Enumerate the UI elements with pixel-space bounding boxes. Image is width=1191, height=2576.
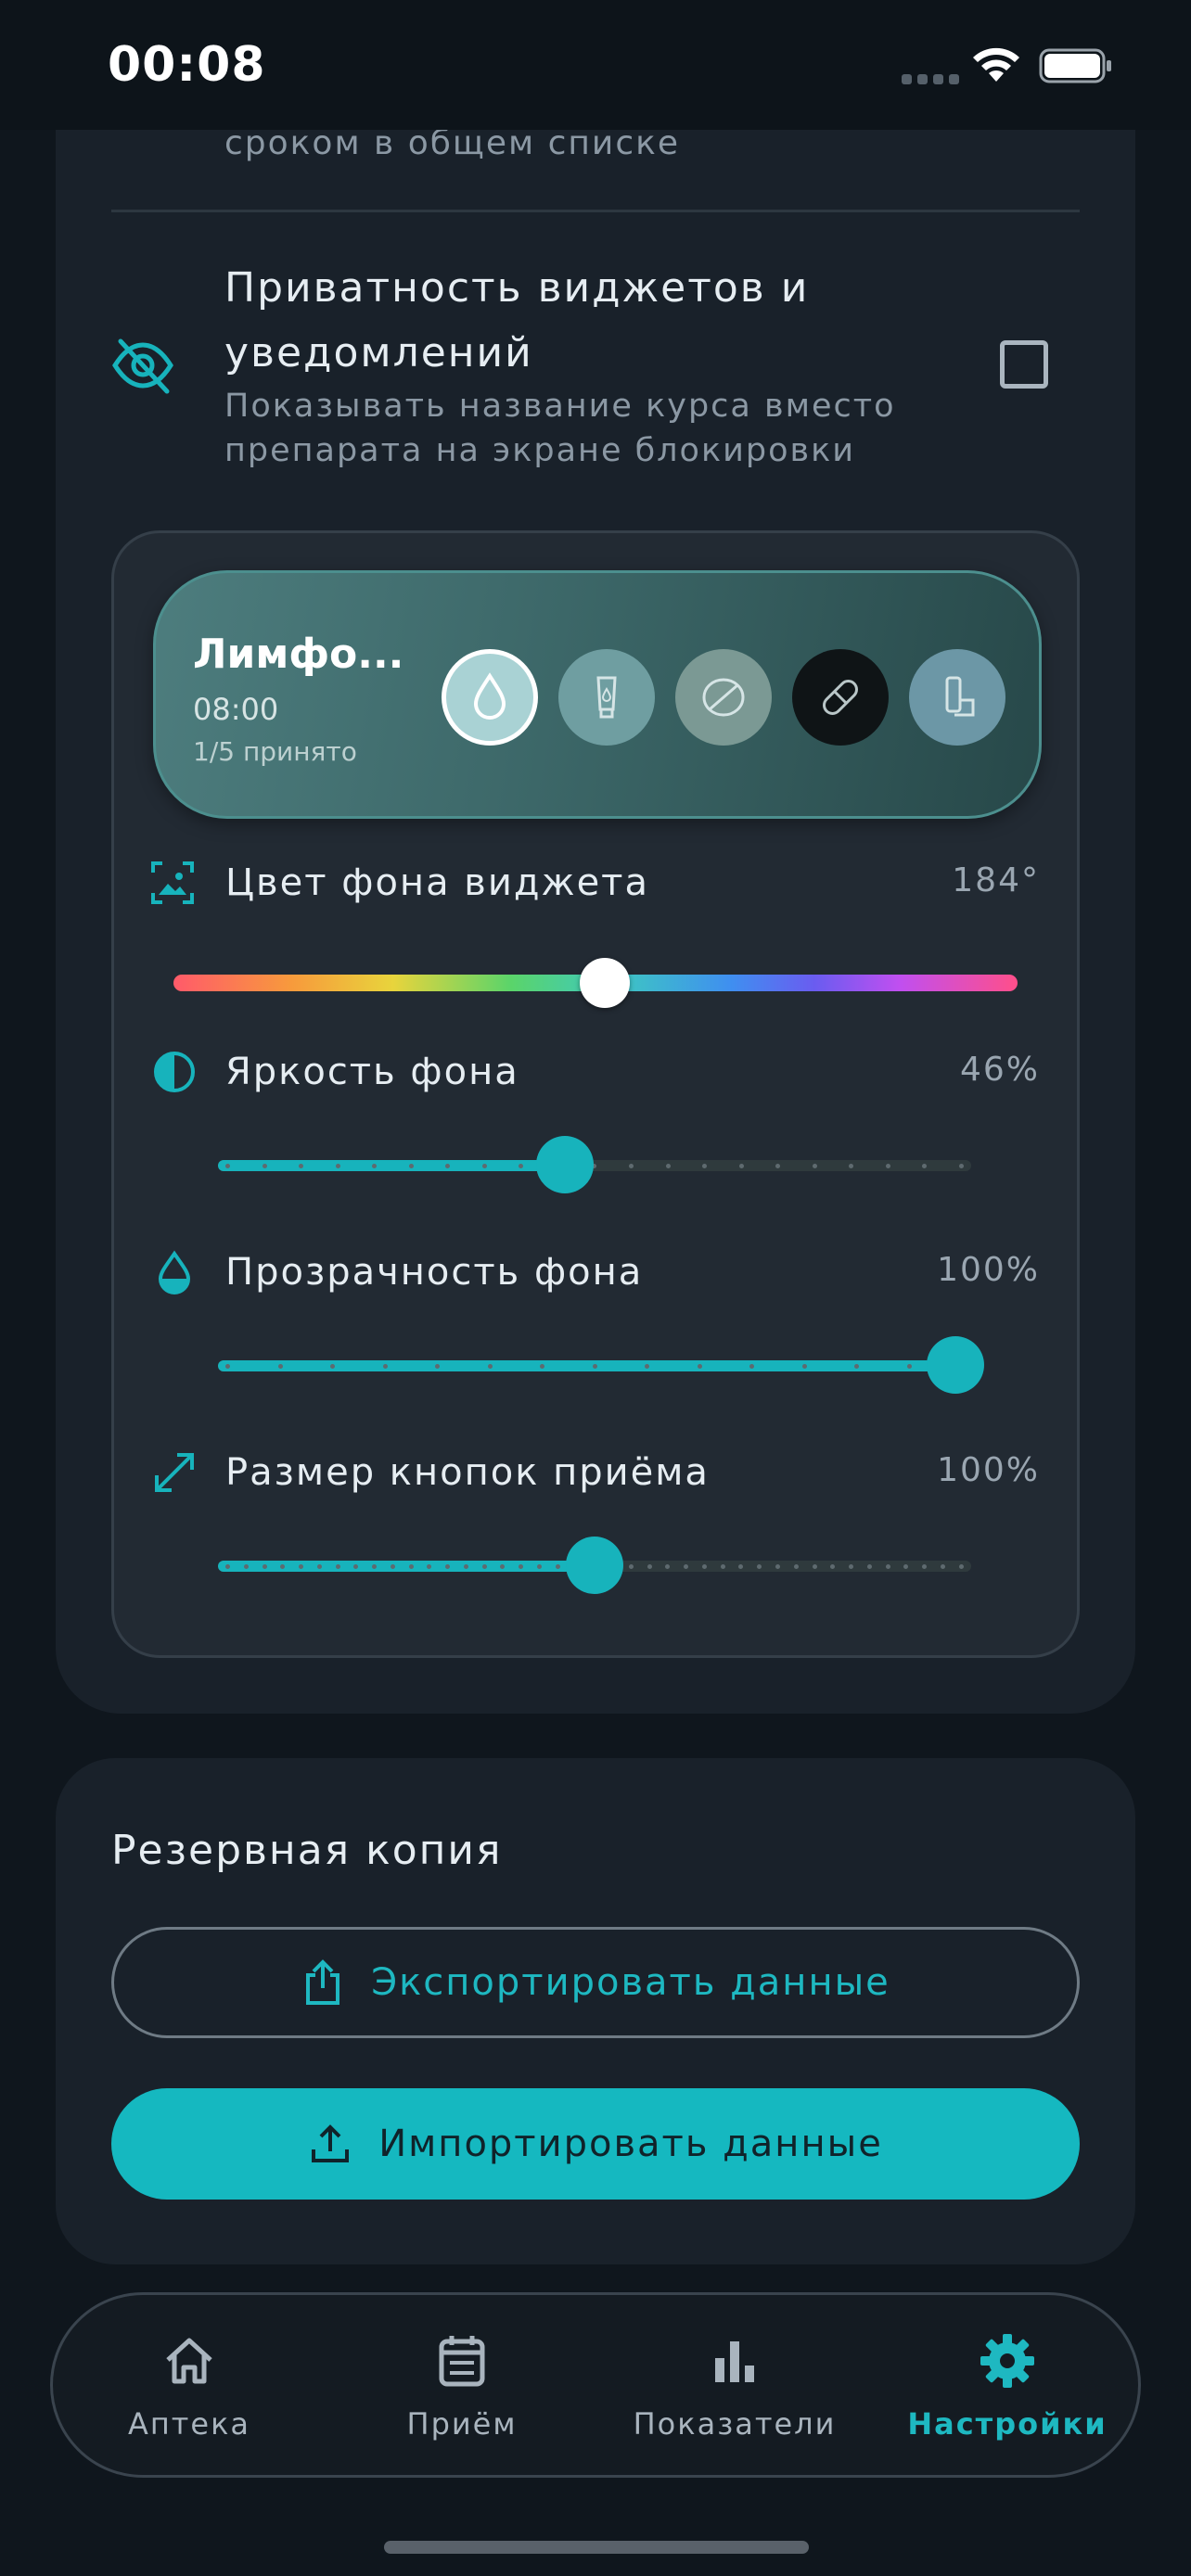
opacity-slider[interactable] bbox=[218, 1336, 984, 1394]
import-data-label: Импортировать данные bbox=[378, 2123, 883, 2165]
dose-button-drop[interactable] bbox=[442, 649, 538, 746]
button-size-value: 100% bbox=[937, 1451, 1040, 1489]
import-data-button[interactable]: Импортировать данные bbox=[111, 2088, 1080, 2200]
privacy-setting-title: Приватность виджетов и уведомлений bbox=[224, 264, 810, 376]
nav-label-settings: Настройки bbox=[907, 2406, 1108, 2442]
signal-icon bbox=[902, 74, 959, 84]
previous-setting-description: сроком в общем списке bbox=[224, 124, 680, 162]
dose-button-tube[interactable] bbox=[558, 649, 655, 746]
widget-dose-time: 08:00 bbox=[193, 692, 279, 727]
battery-icon bbox=[1039, 48, 1111, 83]
opacity-value: 100% bbox=[937, 1251, 1040, 1289]
nav-item-settings[interactable]: Настройки bbox=[871, 2332, 1144, 2453]
home-icon bbox=[166, 2338, 212, 2384]
export-data-label: Экспортировать данные bbox=[371, 1961, 890, 2004]
bottom-navigation: Аптека Приём Показатели Настройки bbox=[50, 2292, 1141, 2478]
dose-button-inhaler[interactable] bbox=[909, 649, 1005, 746]
drop-half-icon bbox=[158, 1250, 191, 1294]
nav-label-intake: Приём bbox=[406, 2406, 518, 2442]
brightness-slider[interactable] bbox=[218, 1136, 971, 1193]
nav-label-metrics: Показатели bbox=[633, 2406, 837, 2442]
contrast-icon bbox=[154, 1052, 195, 1092]
drop-icon bbox=[473, 672, 506, 720]
export-data-button[interactable]: Экспортировать данные bbox=[111, 1927, 1080, 2038]
bg-color-slider-thumb[interactable] bbox=[580, 958, 631, 1008]
nav-label-pharmacy: Аптека bbox=[127, 2406, 251, 2442]
backup-card: Резервная копия Экспортировать данные Им… bbox=[56, 1758, 1135, 2264]
brightness-label: Яркость фона bbox=[225, 1051, 519, 1093]
button-size-slider[interactable] bbox=[218, 1537, 971, 1594]
widget-course-name: Лимфо... bbox=[193, 631, 404, 678]
button-size-label: Размер кнопок приёма bbox=[225, 1451, 710, 1494]
bar-chart-icon bbox=[715, 2341, 754, 2382]
backup-title: Резервная копия bbox=[111, 1827, 503, 1874]
capsule-icon bbox=[823, 680, 858, 715]
wifi-icon bbox=[973, 47, 1019, 82]
home-indicator bbox=[384, 2541, 809, 2554]
widget-preview: Лимфо... 08:00 1/5 принято bbox=[153, 570, 1042, 819]
widget-appearance-panel: Лимфо... 08:00 1/5 принято Цвет фона вид… bbox=[111, 530, 1080, 1658]
bg-color-label: Цвет фона виджета bbox=[225, 861, 649, 904]
brightness-value: 46% bbox=[959, 1051, 1040, 1089]
opacity-slider-thumb[interactable] bbox=[927, 1336, 984, 1394]
tablet-icon bbox=[702, 678, 745, 717]
brightness-slider-thumb[interactable] bbox=[535, 1136, 594, 1193]
upload-icon bbox=[312, 2124, 350, 2162]
divider bbox=[111, 210, 1080, 212]
opacity-label: Прозрачность фона bbox=[225, 1251, 644, 1294]
image-frame-icon bbox=[151, 861, 194, 904]
privacy-checkbox[interactable] bbox=[1000, 340, 1048, 389]
dose-button-capsule[interactable] bbox=[792, 649, 889, 746]
status-bar: 00:08 bbox=[0, 0, 1191, 130]
gear-icon bbox=[980, 2334, 1034, 2388]
inhaler-icon bbox=[945, 676, 975, 717]
bg-color-value: 184° bbox=[952, 861, 1040, 899]
widget-dose-status: 1/5 принято bbox=[193, 736, 357, 767]
nav-item-metrics[interactable]: Показатели bbox=[598, 2332, 871, 2453]
dose-button-tablet[interactable] bbox=[675, 649, 772, 746]
share-icon bbox=[306, 1959, 340, 2005]
nav-item-intake[interactable]: Приём bbox=[326, 2332, 598, 2453]
status-time: 00:08 bbox=[108, 37, 266, 93]
eye-off-icon bbox=[112, 338, 173, 394]
nav-item-pharmacy[interactable]: Аптека bbox=[53, 2332, 326, 2453]
tube-icon bbox=[596, 676, 617, 719]
button-size-slider-thumb[interactable] bbox=[566, 1537, 623, 1594]
privacy-setting-description: Показывать название курса вместо препара… bbox=[224, 388, 896, 469]
calendar-list-icon bbox=[439, 2336, 485, 2387]
resize-icon bbox=[155, 1453, 194, 1492]
